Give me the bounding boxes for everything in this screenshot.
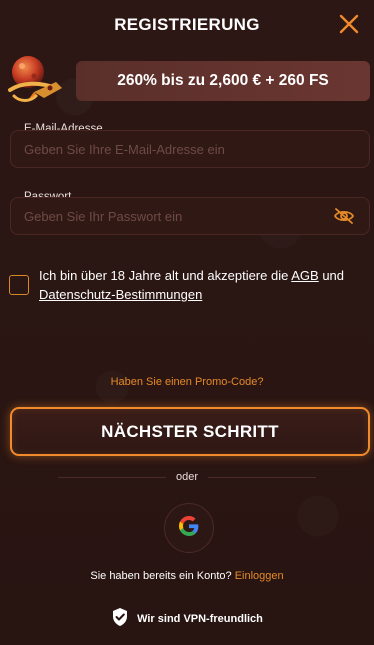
bonus-banner: 260% bis zu 2,600 € + 260 FS bbox=[76, 61, 370, 101]
vpn-notice: Wir sind VPN-freundlich bbox=[0, 607, 374, 630]
privacy-link[interactable]: Datenschutz-Bestimmungen bbox=[39, 287, 202, 302]
google-icon bbox=[179, 515, 199, 541]
login-prompt: Sie haben bereits ein Konto? Einloggen bbox=[0, 570, 374, 582]
shield-check-icon bbox=[111, 607, 129, 630]
divider-line-left bbox=[58, 476, 166, 478]
registration-modal: REGISTRIERUNG 260% bis zu 2,600 € + 260 … bbox=[0, 0, 374, 645]
vpn-text: Wir sind VPN-freundlich bbox=[137, 612, 263, 625]
next-step-button[interactable]: NÄCHSTER SCHRITT bbox=[10, 407, 370, 456]
google-login-button[interactable] bbox=[164, 503, 214, 553]
bonus-text: 260% bis zu 2,600 € + 260 FS bbox=[117, 72, 329, 89]
close-icon[interactable] bbox=[338, 13, 360, 35]
modal-title: REGISTRIERUNG bbox=[114, 15, 260, 34]
terms-checkbox[interactable] bbox=[9, 275, 29, 295]
terms-text-before: Ich bin über 18 Jahre alt und akzeptiere… bbox=[39, 268, 292, 283]
password-field[interactable] bbox=[10, 197, 370, 235]
login-text: Sie haben bereits ein Konto? bbox=[90, 570, 235, 582]
promo-code-link[interactable]: Haben Sie einen Promo-Code? bbox=[0, 376, 374, 388]
email-field[interactable] bbox=[10, 130, 370, 168]
terms-text: Ich bin über 18 Jahre alt und akzeptiere… bbox=[39, 266, 359, 304]
divider-text: oder bbox=[175, 471, 199, 483]
rocket-planet-icon bbox=[4, 52, 68, 108]
login-link[interactable]: Einloggen bbox=[235, 570, 284, 582]
agb-link[interactable]: AGB bbox=[291, 268, 318, 283]
or-divider: oder bbox=[58, 471, 316, 483]
eye-off-icon[interactable] bbox=[333, 207, 355, 225]
terms-text-and: und bbox=[318, 268, 345, 283]
divider-line-right bbox=[208, 476, 316, 478]
